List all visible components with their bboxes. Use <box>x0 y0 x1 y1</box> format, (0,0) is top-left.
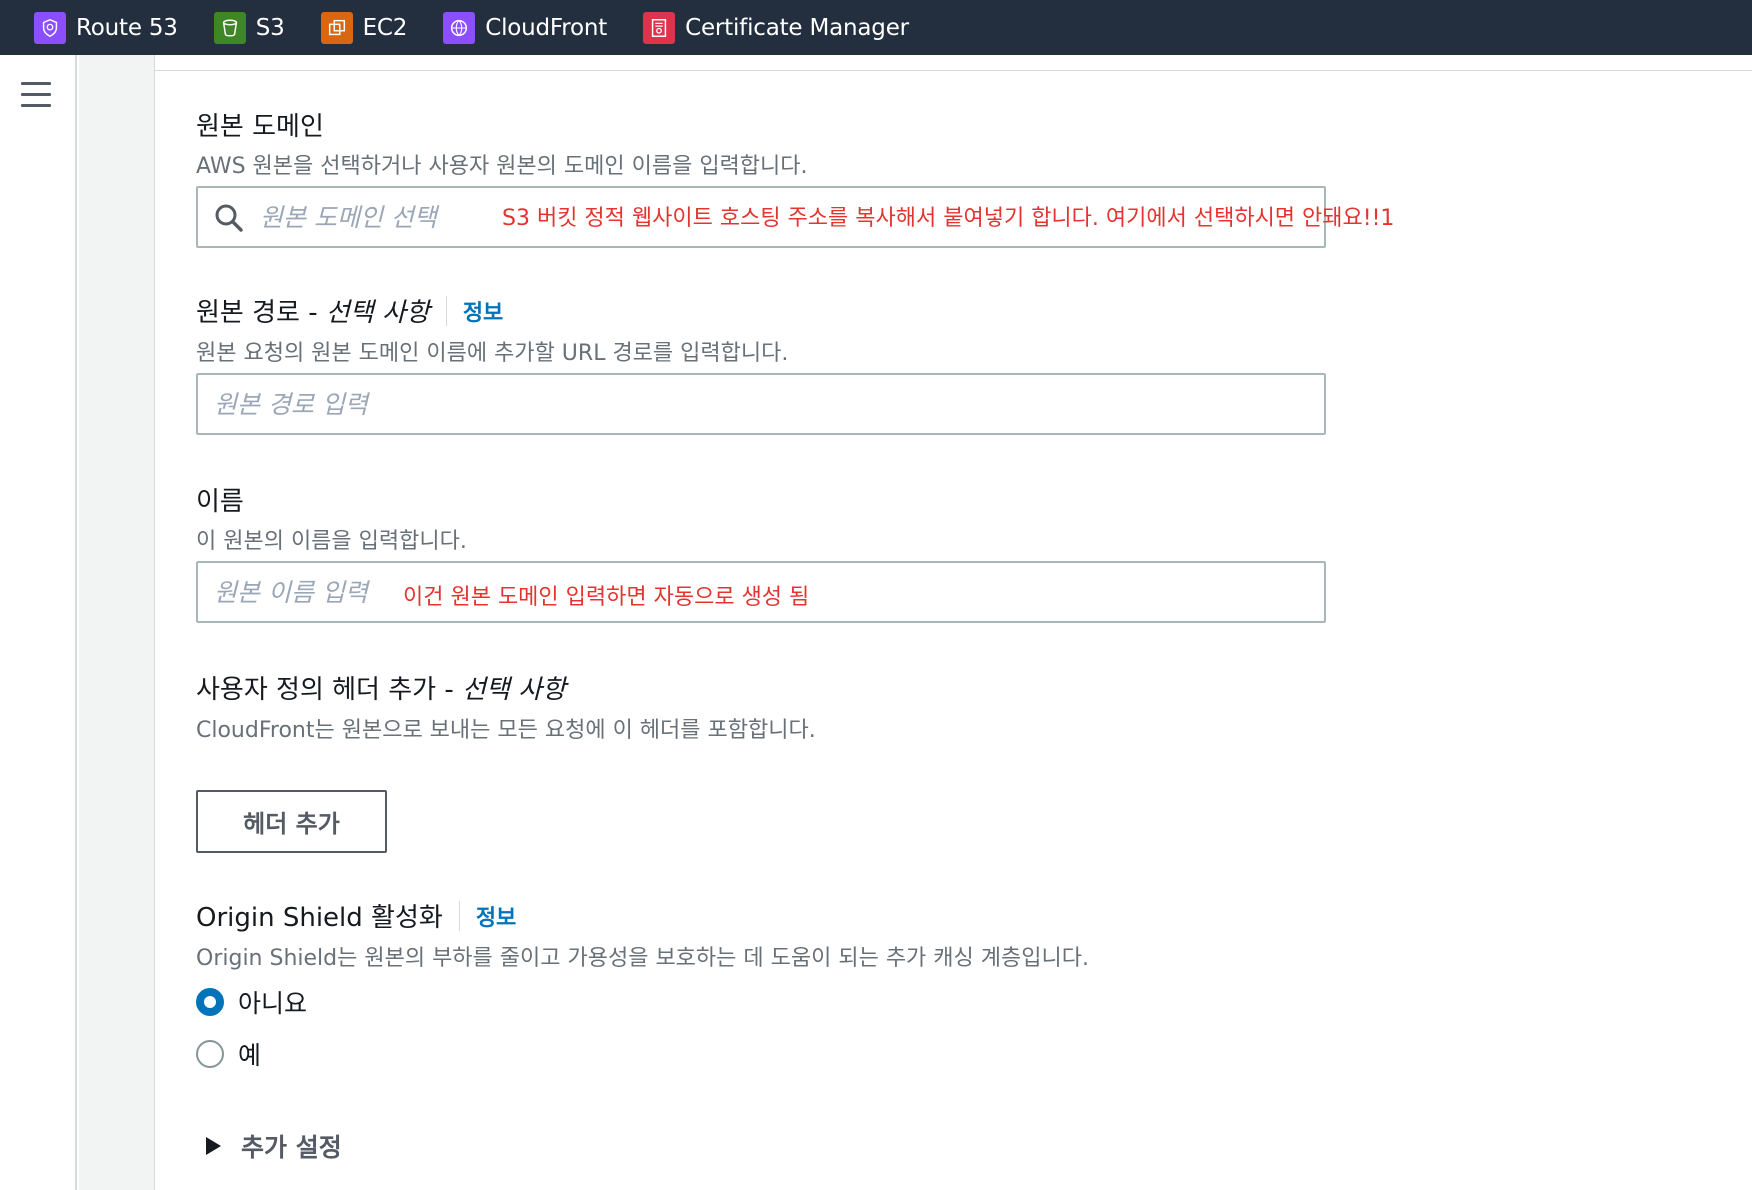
origin-domain-annotation: S3 버킷 정적 웹사이트 호스팅 주소를 복사해서 붙여넣기 합니다. 여기에… <box>502 206 1395 231</box>
origin-name-annotation: 이건 원본 도메인 입력하면 자동으로 생성 됨 <box>403 585 810 610</box>
service-shortcut-certificate-manager[interactable]: Certificate Manager <box>643 11 909 44</box>
service-label: EC2 <box>362 14 408 41</box>
service-shortcut-ec2[interactable]: EC2 <box>320 11 408 44</box>
custom-header-label: 사용자 정의 헤더 추가 - 선택 사항 <box>196 669 566 706</box>
origin-domain-label: 원본 도메인 <box>196 106 324 143</box>
ec2-icon <box>320 11 353 44</box>
radio-selected-icon[interactable] <box>196 988 224 1016</box>
origin-path-input[interactable] <box>214 375 1304 433</box>
origin-shield-label: Origin Shield 활성화 정보 <box>196 897 516 934</box>
origin-shield-label-text: Origin Shield 활성화 <box>196 903 443 933</box>
origin-path-info-link[interactable]: 정보 <box>463 295 503 327</box>
side-navigation-rail <box>0 55 77 1190</box>
origin-path-label-text: 원본 경로 - <box>196 298 326 328</box>
info-separator <box>458 900 460 931</box>
service-shortcut-route53[interactable]: Route 53 <box>34 11 178 44</box>
origin-shield-description: Origin Shield는 원본의 부하를 줄이고 가용성을 보호하는 데 도… <box>196 946 1089 971</box>
optional-tag: 선택 사항 <box>325 298 430 328</box>
origin-shield-option-no[interactable]: 아니요 <box>196 984 307 1020</box>
additional-settings-label: 추가 설정 <box>241 1133 342 1162</box>
origin-name-label: 이름 <box>196 481 244 518</box>
service-label: Certificate Manager <box>685 14 909 41</box>
top-navigation-bar: Route 53 S3 EC2 CloudFront Certificate M… <box>0 0 1752 55</box>
service-label: Route 53 <box>76 14 178 41</box>
origin-path-description: 원본 요청의 원본 도메인 이름에 추가할 URL 경로를 입력합니다. <box>196 341 789 366</box>
origin-path-label: 원본 경로 - 선택 사항 정보 <box>196 292 503 329</box>
route53-icon <box>34 11 66 44</box>
content-gutter <box>79 55 155 1190</box>
additional-settings-expander[interactable]: 추가 설정 <box>206 1128 342 1164</box>
service-label: S3 <box>255 14 285 41</box>
custom-header-label-text: 사용자 정의 헤더 추가 - <box>196 675 462 705</box>
origin-shield-info-link[interactable]: 정보 <box>476 900 516 932</box>
certificate-manager-icon <box>643 11 676 44</box>
search-icon <box>215 204 243 232</box>
add-header-button[interactable]: 헤더 추가 <box>196 790 387 853</box>
radio-unselected-icon[interactable] <box>196 1040 224 1068</box>
service-label: CloudFront <box>485 14 608 41</box>
service-shortcut-cloudfront[interactable]: CloudFront <box>443 11 608 44</box>
caret-right-icon <box>206 1137 221 1155</box>
custom-header-description: CloudFront는 원본으로 보내는 모든 요청에 이 헤더를 포함합니다. <box>196 718 816 743</box>
origin-shield-option-yes[interactable]: 예 <box>196 1036 261 1072</box>
s3-icon <box>213 11 246 44</box>
origin-domain-label-text: 원본 도메인 <box>196 112 324 142</box>
radio-label: 아니요 <box>238 989 308 1018</box>
cloudfront-icon <box>443 11 476 44</box>
origin-path-field[interactable] <box>196 373 1326 435</box>
optional-tag: 선택 사항 <box>462 675 566 705</box>
origin-name-description: 이 원본의 이름을 입력합니다. <box>196 529 467 554</box>
menu-icon[interactable] <box>21 82 51 108</box>
origin-domain-description: AWS 원본을 선택하거나 사용자 원본의 도메인 이름을 입력합니다. <box>196 154 808 179</box>
divider <box>155 70 1752 71</box>
radio-label: 예 <box>238 1041 262 1070</box>
info-separator <box>445 295 447 326</box>
service-shortcut-s3[interactable]: S3 <box>213 11 285 44</box>
origin-name-label-text: 이름 <box>196 487 244 517</box>
